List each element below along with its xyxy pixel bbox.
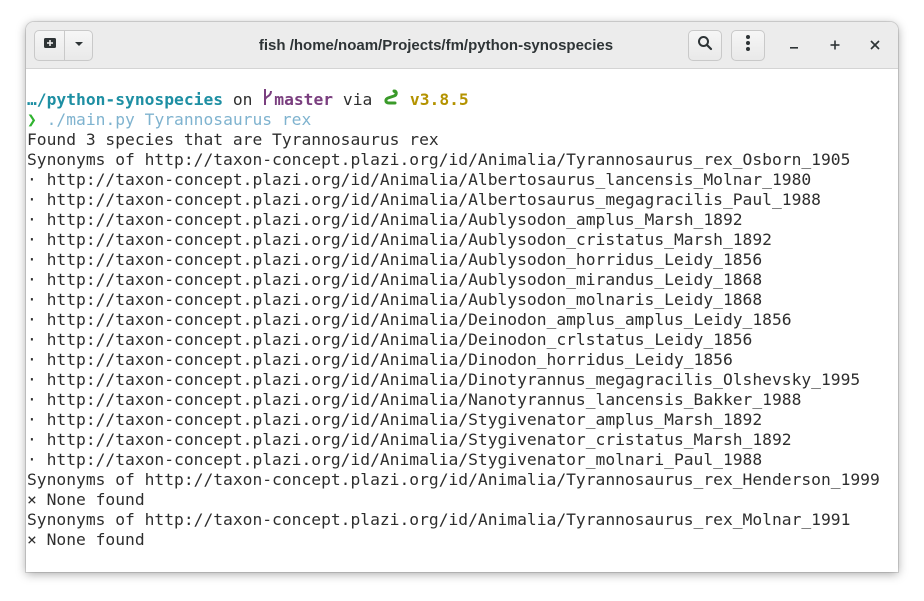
synonym-item: · http://taxon-concept.plazi.org/id/Anim… [27, 170, 812, 189]
prompt-path: …/python-synospecies [27, 90, 224, 109]
synonym-item: · http://taxon-concept.plazi.org/id/Anim… [27, 450, 763, 469]
main-menu-button[interactable] [731, 30, 765, 61]
synonym-item: · http://taxon-concept.plazi.org/id/Anim… [27, 350, 733, 369]
command-line: ❯ ./main.py Tyrannosaurus rex [27, 110, 311, 130]
synonym-item: · http://taxon-concept.plazi.org/id/Anim… [27, 250, 763, 269]
git-branch-icon [262, 88, 274, 111]
close-button[interactable] [863, 34, 887, 58]
prompt-on: on [223, 90, 263, 109]
new-tab-button[interactable] [34, 30, 65, 61]
close-icon [870, 38, 880, 54]
search-button[interactable] [688, 30, 722, 61]
synonym-item: · http://taxon-concept.plazi.org/id/Anim… [27, 230, 772, 249]
terminal-window: fish /home/noam/Projects/fm/python-synos… [26, 22, 898, 572]
terminal-output[interactable]: …/python-synospecies on master via 🐍 v3.… [26, 69, 898, 572]
new-tab-icon [42, 35, 58, 56]
maximize-button[interactable] [823, 34, 847, 58]
command-text: ./main.py Tyrannosaurus rex [46, 110, 312, 129]
search-icon [697, 35, 713, 56]
header-bar: fish /home/noam/Projects/fm/python-synos… [26, 22, 898, 69]
python-icon [382, 88, 400, 111]
summary-line: Found 3 species that are Tyrannosaurus r… [27, 130, 439, 149]
prompt-via: via [333, 90, 383, 109]
prompt-line: …/python-synospecies on master via 🐍 v3.… [27, 88, 469, 111]
tab-menu-button[interactable] [64, 30, 93, 61]
synonym-item: · http://taxon-concept.plazi.org/id/Anim… [27, 270, 763, 289]
synonym-item: · http://taxon-concept.plazi.org/id/Anim… [27, 390, 802, 409]
chevron-down-icon [73, 37, 85, 55]
kebab-menu-icon [745, 34, 751, 57]
git-branch-name: master [274, 90, 334, 109]
synonyms-header: Synonyms of http://taxon-concept.plazi.o… [27, 470, 880, 489]
synonym-item: · http://taxon-concept.plazi.org/id/Anim… [27, 430, 792, 449]
synonym-item: · http://taxon-concept.plazi.org/id/Anim… [27, 290, 763, 309]
window-title: fish /home/noam/Projects/fm/python-synos… [258, 37, 614, 54]
none-found-item: × None found [27, 490, 145, 509]
prompt-char: ❯ [27, 110, 37, 129]
synonym-item: · http://taxon-concept.plazi.org/id/Anim… [27, 210, 743, 229]
synonym-item: · http://taxon-concept.plazi.org/id/Anim… [27, 310, 792, 329]
synonym-item: · http://taxon-concept.plazi.org/id/Anim… [27, 370, 861, 389]
minimize-button[interactable] [782, 34, 806, 58]
synonym-item: · http://taxon-concept.plazi.org/id/Anim… [27, 190, 821, 209]
minimize-icon [789, 38, 799, 54]
maximize-icon [830, 38, 840, 54]
python-version: v3.8.5 [409, 90, 469, 109]
none-found-item: × None found [27, 530, 145, 549]
synonyms-header: Synonyms of http://taxon-concept.plazi.o… [27, 510, 851, 529]
synonym-item: · http://taxon-concept.plazi.org/id/Anim… [27, 330, 753, 349]
synonym-item: · http://taxon-concept.plazi.org/id/Anim… [27, 410, 763, 429]
synonyms-header: Synonyms of http://taxon-concept.plazi.o… [27, 150, 851, 169]
